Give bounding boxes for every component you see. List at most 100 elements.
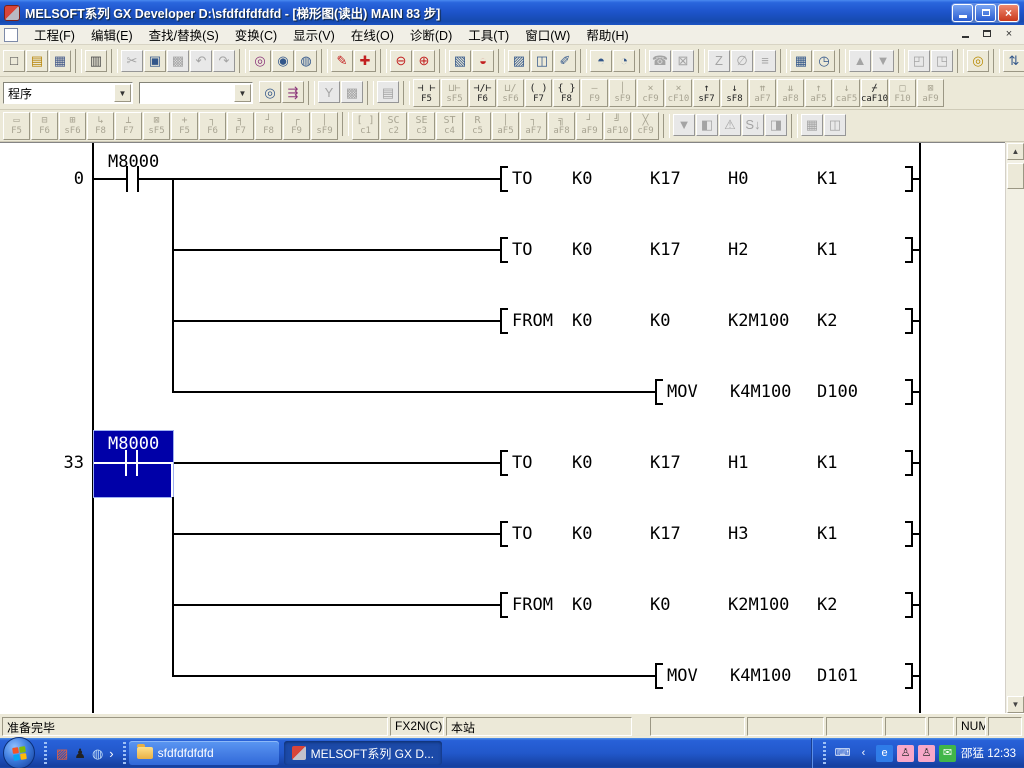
- sfc-step-number-button[interactable]: S↓: [742, 114, 764, 136]
- project-find-button[interactable]: ◎: [259, 81, 281, 103]
- macro-tree-button[interactable]: ⇶: [282, 81, 304, 103]
- sfc-st-c4[interactable]: STc4: [436, 112, 463, 140]
- instruction-arg[interactable]: K17: [650, 170, 681, 188]
- fkey-pulse-contact[interactable]: □F10: [889, 79, 916, 107]
- undo-button[interactable]: ↶: [190, 50, 212, 72]
- step-run-down-button[interactable]: ▼: [872, 50, 894, 72]
- instruction-arg[interactable]: K4M100: [730, 667, 791, 685]
- instruction-arg[interactable]: K2M100: [728, 596, 789, 614]
- menu-edit[interactable]: 编辑(E): [83, 23, 141, 46]
- fkey-delete-hline[interactable]: ⨯cF9: [637, 79, 664, 107]
- instruction-arg[interactable]: D101: [817, 667, 858, 685]
- block-select-combo[interactable]: ▼: [139, 82, 253, 104]
- collapse-chevron-icon[interactable]: ‹: [855, 745, 872, 762]
- fkey-application-instruction[interactable]: { }F8: [553, 79, 580, 107]
- instruction-arg[interactable]: K0: [572, 170, 592, 188]
- instruction-op[interactable]: TO: [512, 241, 532, 259]
- special-find-button[interactable]: ◎: [967, 50, 989, 72]
- clock-setting-button[interactable]: ◷: [813, 50, 835, 72]
- sfc-tree-button[interactable]: ◫: [824, 114, 846, 136]
- instruction-arg[interactable]: K17: [650, 525, 681, 543]
- mdi-close-button[interactable]: ×: [1002, 27, 1016, 40]
- combo-dropdown-icon[interactable]: ▼: [114, 84, 131, 102]
- fkey-closed-contact-parallel[interactable]: ⊔/sF6: [497, 79, 524, 107]
- minimize-button[interactable]: [952, 4, 973, 22]
- sfc-r-c5[interactable]: Rc5: [464, 112, 491, 140]
- program-list-button[interactable]: ▤: [377, 81, 399, 103]
- ie-launch-icon[interactable]: ◍: [92, 747, 103, 760]
- data-type-combo[interactable]: 程序 ▼: [3, 82, 133, 104]
- instruction-arg[interactable]: K0: [572, 241, 592, 259]
- fkey-rising-pulse-parallel[interactable]: ⇈aF7: [749, 79, 776, 107]
- sfc-jump[interactable]: ↳F8: [87, 112, 114, 140]
- mdi-child-icon[interactable]: [4, 28, 18, 42]
- qq-tray-icon-2[interactable]: ♙: [918, 745, 935, 762]
- line-disconnect-button[interactable]: ⊠: [672, 50, 694, 72]
- fkey-horizontal-line[interactable]: —F9: [581, 79, 608, 107]
- find-device-button[interactable]: ◍: [295, 50, 317, 72]
- instruction-arg[interactable]: H2: [728, 241, 748, 259]
- instruction-arg[interactable]: K17: [650, 241, 681, 259]
- instruction-arg[interactable]: K0: [650, 596, 670, 614]
- instruction-op[interactable]: FROM: [512, 312, 553, 330]
- nop-delete-button[interactable]: ∅: [731, 50, 753, 72]
- sfc-line-af5[interactable]: │aF5: [492, 112, 519, 140]
- chevron-right-icon[interactable]: ›: [109, 747, 113, 760]
- fkey-invert-result[interactable]: ⌿caF10: [861, 79, 888, 107]
- instruction-arg[interactable]: D100: [817, 383, 858, 401]
- device-batch-off-button[interactable]: ▩: [341, 81, 363, 103]
- sfc-error-check-button[interactable]: ⚠: [719, 114, 741, 136]
- fkey-delete-vline[interactable]: ⨯cF10: [665, 79, 692, 107]
- menu-help[interactable]: 帮助(H): [578, 23, 636, 46]
- sfc-vline[interactable]: │sF9: [311, 112, 338, 140]
- instruction-arg[interactable]: K17: [650, 454, 681, 472]
- sfc-corner-af8[interactable]: ╗aF8: [548, 112, 575, 140]
- fkey-down-line[interactable]: ↓caF5: [833, 79, 860, 107]
- copy-button[interactable]: ▣: [144, 50, 166, 72]
- sfc-step-down-button[interactable]: ▼: [673, 114, 695, 136]
- sfc-block-list-button[interactable]: ◨: [765, 114, 787, 136]
- sfc-end-step[interactable]: ⊥F7: [115, 112, 142, 140]
- messenger-tray-icon[interactable]: ✉: [939, 745, 956, 762]
- instruction-op[interactable]: MOV: [667, 383, 698, 401]
- fkey-falling-pulse[interactable]: ↓sF8: [721, 79, 748, 107]
- instruction-arg[interactable]: K4M100: [730, 383, 791, 401]
- sfc-step[interactable]: ▭F5: [3, 112, 30, 140]
- mdi-minimize-button[interactable]: [958, 27, 972, 40]
- find-button[interactable]: ◎: [249, 50, 271, 72]
- find-replace-button[interactable]: ◉: [272, 50, 294, 72]
- fkey-closed-contact[interactable]: ⊣/⊢F6: [469, 79, 496, 107]
- menu-project[interactable]: 工程(F): [26, 23, 83, 46]
- instruction-arg[interactable]: K1: [817, 241, 837, 259]
- fkey-up-line[interactable]: ↑aF5: [805, 79, 832, 107]
- sfc-corner-d[interactable]: ┌F9: [283, 112, 310, 140]
- ie-tray-icon[interactable]: e: [876, 745, 893, 762]
- instruction-arg[interactable]: K0: [572, 454, 592, 472]
- taskbar-button-folder[interactable]: sfdfdfdfdfd: [129, 741, 279, 765]
- menu-diagnostics[interactable]: 诊断(D): [402, 23, 460, 46]
- program-convert-button[interactable]: ▨: [508, 50, 530, 72]
- sfc-transition[interactable]: ⊠sF5: [143, 112, 170, 140]
- ladder-edit-area[interactable]: 0 M8000 TO K0 K17 H0 K1 TO K0 K17 H2 K1 …: [0, 142, 1005, 713]
- statement-edit-button[interactable]: ✐: [554, 50, 576, 72]
- sfc-cross[interactable]: +F5: [171, 112, 198, 140]
- vertical-scrollbar[interactable]: ▲ ▼: [1005, 143, 1024, 713]
- sfc-comment-c1[interactable]: [ ]c1: [352, 112, 379, 140]
- fkey-vertical-line[interactable]: │sF9: [609, 79, 636, 107]
- new-project-button[interactable]: □: [3, 50, 25, 72]
- program-check-button[interactable]: ▦: [790, 50, 812, 72]
- selected-contact-cell[interactable]: M8000: [93, 430, 174, 498]
- start-button[interactable]: [3, 737, 35, 768]
- taskbar-grip[interactable]: [123, 742, 126, 764]
- quick-launch-grip[interactable]: [44, 742, 47, 764]
- menu-view[interactable]: 显示(V): [285, 23, 343, 46]
- sfc-corner-a[interactable]: ┐F6: [199, 112, 226, 140]
- sfc-corner-af10[interactable]: ╝aF10: [604, 112, 631, 140]
- zoom-out-button[interactable]: ⊖: [390, 50, 412, 72]
- instruction-arg[interactable]: K0: [572, 596, 592, 614]
- print-button[interactable]: ▥: [85, 50, 107, 72]
- monitor-find-button[interactable]: ◓: [590, 50, 612, 72]
- menu-online[interactable]: 在线(O): [343, 23, 402, 46]
- fkey-delete-branch[interactable]: ⊠aF9: [917, 79, 944, 107]
- qq-launch-icon[interactable]: ♟: [74, 747, 86, 760]
